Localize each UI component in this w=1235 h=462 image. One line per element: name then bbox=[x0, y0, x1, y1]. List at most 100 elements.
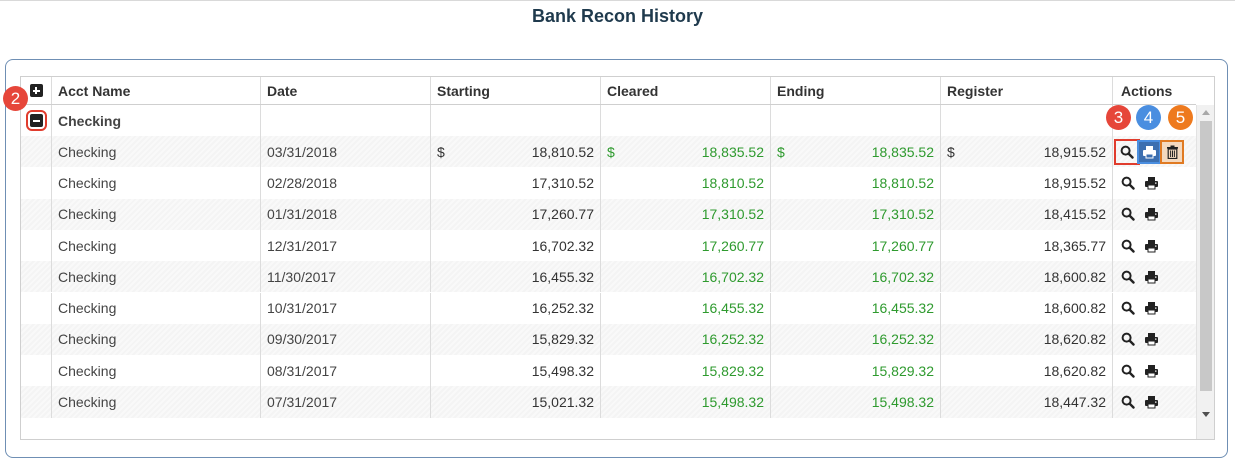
currency-symbol: $ bbox=[437, 143, 445, 160]
table-row[interactable]: Checking 09/30/2017 15,829.32 16,252.32 16,2… bbox=[21, 323, 1196, 356]
ending-value: 15,829.32 bbox=[871, 362, 934, 379]
print-button[interactable] bbox=[1141, 204, 1161, 224]
view-button[interactable] bbox=[1118, 392, 1138, 412]
cleared-value: 17,260.77 bbox=[701, 237, 764, 254]
ending-value: 15,498.32 bbox=[871, 394, 934, 411]
table-row[interactable]: Checking 03/31/2018 $18,810.52 $18,835.52 $1… bbox=[21, 136, 1196, 168]
view-button[interactable] bbox=[1118, 329, 1138, 349]
magnifier-icon bbox=[1121, 270, 1135, 284]
print-button[interactable] bbox=[1141, 329, 1161, 349]
starting-value: 18,810.52 bbox=[531, 143, 594, 160]
group-toggle-cell[interactable] bbox=[21, 105, 52, 137]
group-row: Checking bbox=[21, 105, 1196, 137]
cell-cleared: 18,810.52 bbox=[601, 167, 771, 199]
group-label: Checking bbox=[52, 105, 261, 137]
table-row[interactable]: Checking 12/31/2017 16,702.32 17,260.77 17,2… bbox=[21, 229, 1196, 262]
magnifier-icon bbox=[1121, 239, 1135, 253]
cell-starting: 16,252.32 bbox=[431, 292, 601, 324]
table-row[interactable]: Checking 11/30/2017 16,455.32 16,702.32 16,7… bbox=[21, 261, 1196, 293]
cell-register: 18,600.82 bbox=[941, 292, 1113, 324]
row-gutter bbox=[21, 167, 52, 199]
cell-actions bbox=[1113, 261, 1196, 292]
register-value: 18,915.52 bbox=[1043, 174, 1106, 191]
cell-actions bbox=[1113, 324, 1196, 355]
cell-ending: 16,455.32 bbox=[771, 292, 941, 324]
cell-date: 09/30/2017 bbox=[261, 323, 431, 356]
row-gutter bbox=[21, 261, 52, 293]
cell-acct-name: Checking bbox=[52, 261, 261, 293]
cell-acct-name: Checking bbox=[52, 386, 261, 418]
cell-cleared: 16,252.32 bbox=[601, 323, 771, 356]
view-button[interactable] bbox=[1118, 236, 1138, 256]
table-row[interactable]: Checking 08/31/2017 15,498.32 15,829.32 15,8… bbox=[21, 355, 1196, 387]
print-button[interactable] bbox=[1137, 139, 1161, 164]
printer-icon bbox=[1144, 395, 1159, 409]
group-empty-cleared bbox=[601, 105, 771, 137]
scroll-up-arrow[interactable] bbox=[1202, 110, 1210, 115]
row-gutter bbox=[21, 198, 52, 230]
currency-symbol: $ bbox=[947, 143, 955, 160]
cell-starting: 15,829.32 bbox=[431, 323, 601, 356]
cell-register: 18,915.52 bbox=[941, 167, 1113, 199]
col-header-ending[interactable]: Ending bbox=[771, 77, 941, 104]
cell-starting: 16,702.32 bbox=[431, 229, 601, 262]
scroll-down-arrow[interactable] bbox=[1202, 412, 1210, 417]
col-header-register[interactable]: Register bbox=[941, 77, 1113, 104]
row-gutter bbox=[21, 292, 52, 324]
badge-delete: 5 bbox=[1168, 105, 1193, 130]
expand-all-icon[interactable] bbox=[29, 84, 43, 97]
cell-actions bbox=[1113, 386, 1196, 417]
scroll-thumb[interactable] bbox=[1200, 121, 1212, 391]
col-header-acct-name[interactable]: Acct Name bbox=[52, 77, 261, 104]
cell-ending: 18,810.52 bbox=[771, 167, 941, 199]
table-row[interactable]: Checking 01/31/2018 17,260.77 17,310.52 17,3… bbox=[21, 198, 1196, 230]
view-button[interactable] bbox=[1118, 361, 1138, 381]
cell-actions bbox=[1113, 293, 1196, 324]
view-button[interactable] bbox=[1118, 204, 1138, 224]
cell-register: 18,415.52 bbox=[941, 198, 1113, 230]
cell-ending: 16,702.32 bbox=[771, 261, 941, 293]
print-button[interactable] bbox=[1141, 298, 1161, 318]
table-row[interactable]: Checking 07/31/2017 15,021.32 15,498.32 15,4… bbox=[21, 386, 1196, 418]
ending-value: 18,810.52 bbox=[871, 174, 934, 191]
print-button[interactable] bbox=[1141, 361, 1161, 381]
print-button[interactable] bbox=[1141, 173, 1161, 193]
cell-acct-name: Checking bbox=[52, 292, 261, 324]
register-value: 18,915.52 bbox=[1043, 143, 1106, 160]
view-button[interactable] bbox=[1118, 173, 1138, 193]
view-button[interactable] bbox=[1118, 298, 1138, 318]
delete-button[interactable] bbox=[1160, 139, 1184, 164]
magnifier-icon bbox=[1121, 395, 1135, 409]
vertical-scrollbar[interactable] bbox=[1196, 105, 1214, 439]
print-button[interactable] bbox=[1141, 267, 1161, 287]
ending-value: 16,455.32 bbox=[871, 300, 934, 317]
cell-ending: 16,252.32 bbox=[771, 323, 941, 356]
top-divider bbox=[0, 0, 1235, 1]
view-button[interactable] bbox=[1114, 138, 1140, 165]
cell-starting: 15,021.32 bbox=[431, 386, 601, 418]
trash-icon bbox=[1166, 145, 1179, 159]
view-button[interactable] bbox=[1118, 267, 1138, 287]
register-value: 18,620.82 bbox=[1043, 362, 1106, 379]
ending-value: 18,835.52 bbox=[871, 143, 934, 160]
cell-date: 11/30/2017 bbox=[261, 261, 431, 293]
cell-actions bbox=[1113, 136, 1196, 167]
print-button[interactable] bbox=[1141, 236, 1161, 256]
magnifier-icon bbox=[1121, 364, 1135, 378]
col-header-date[interactable]: Date bbox=[261, 77, 431, 104]
table-row[interactable]: Checking 02/28/2018 17,310.52 18,810.52 18,8… bbox=[21, 167, 1196, 199]
starting-value: 16,702.32 bbox=[531, 237, 594, 254]
cell-starting: 16,455.32 bbox=[431, 261, 601, 293]
col-header-actions: Actions bbox=[1121, 82, 1173, 99]
cell-cleared: 17,310.52 bbox=[601, 198, 771, 230]
cell-acct-name: Checking bbox=[52, 355, 261, 387]
collapse-group-icon[interactable] bbox=[25, 110, 47, 132]
print-button[interactable] bbox=[1141, 392, 1161, 412]
col-header-starting[interactable]: Starting bbox=[431, 77, 601, 104]
col-header-cleared[interactable]: Cleared bbox=[601, 77, 771, 104]
table-row[interactable]: Checking 10/31/2017 16,252.32 16,455.32 16,4… bbox=[21, 292, 1196, 324]
row-gutter bbox=[21, 386, 52, 418]
cell-register: 18,600.82 bbox=[941, 261, 1113, 293]
currency-symbol: $ bbox=[607, 143, 615, 160]
badge-view: 3 bbox=[1106, 105, 1131, 130]
